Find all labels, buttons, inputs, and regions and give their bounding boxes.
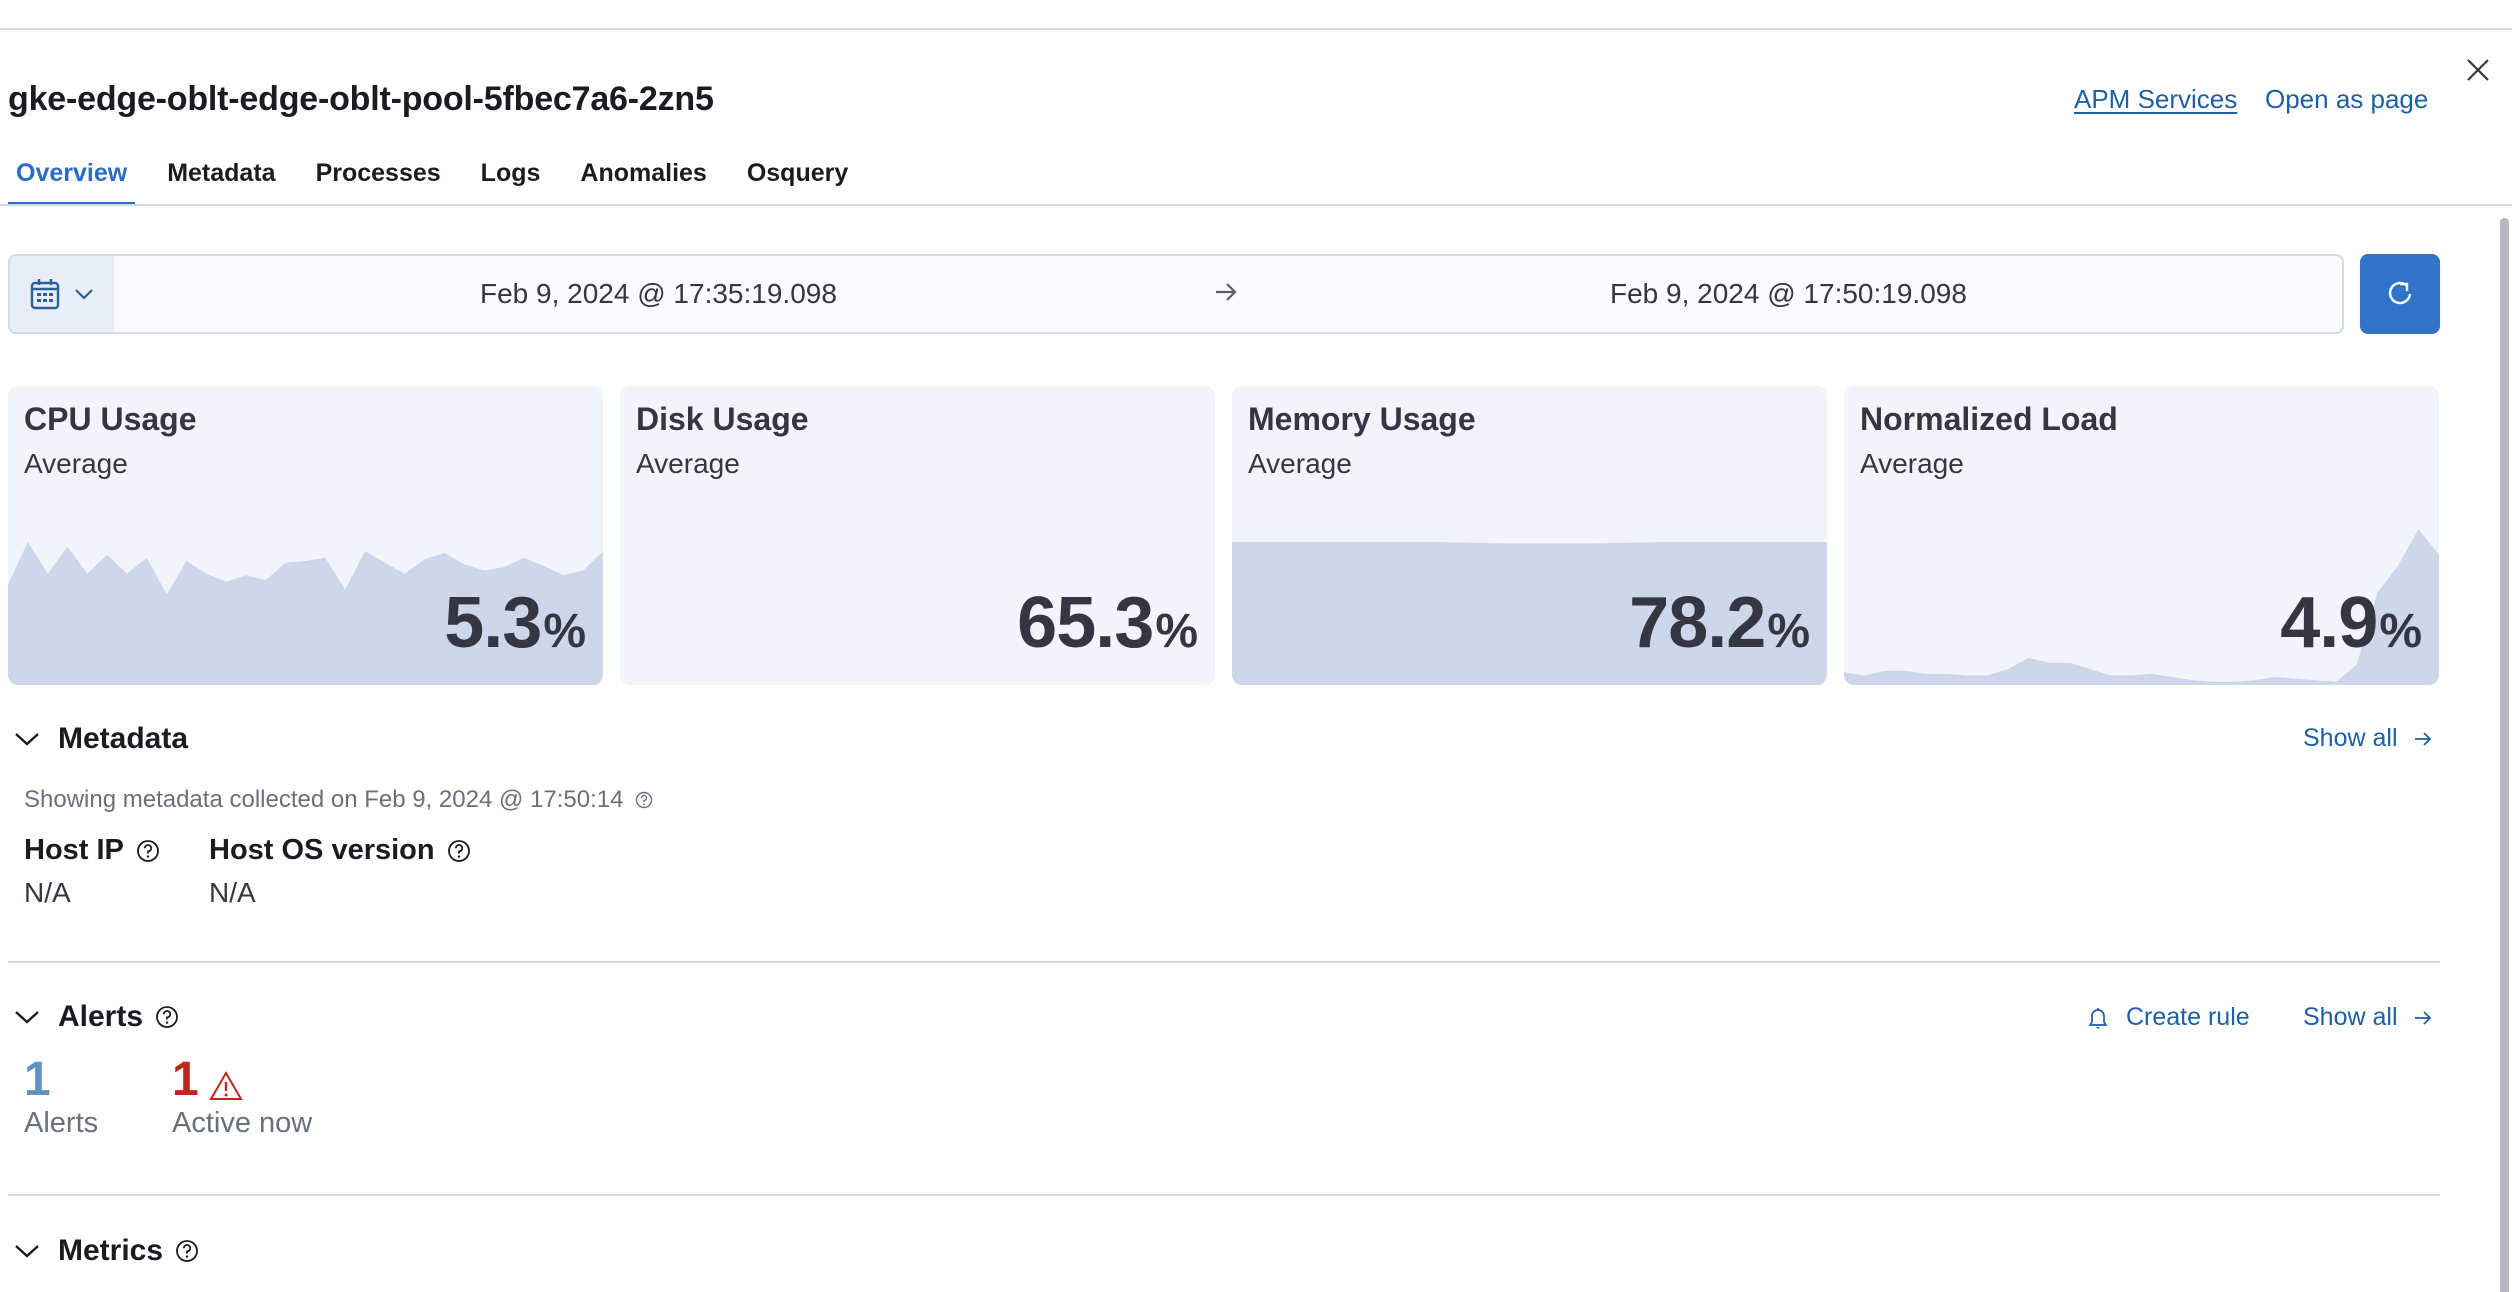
chevron-down-icon xyxy=(15,1245,39,1258)
kpi-value: 78.2% xyxy=(1629,582,1810,664)
apm-services-link[interactable]: APM Services xyxy=(2074,84,2237,115)
alerts-total-count: 1 xyxy=(24,1053,51,1106)
alerts-section-toggle[interactable]: Alerts xyxy=(14,1000,179,1034)
kpi-card-memory-usage: Memory Usage Average 78.2% xyxy=(1232,386,1827,685)
alerts-total-stat: 1 Alerts xyxy=(24,1052,98,1140)
metadata-show-all-link[interactable]: Show all xyxy=(2303,724,2432,753)
create-rule-label: Create rule xyxy=(2126,1003,2250,1031)
alerts-active-label: Active now xyxy=(172,1107,313,1139)
kpi-subtitle: Average xyxy=(1860,448,1964,479)
tab-metadata[interactable]: Metadata xyxy=(159,150,283,206)
help-icon[interactable] xyxy=(447,839,471,863)
create-rule-button[interactable]: Create rule xyxy=(2086,1003,2250,1032)
alerts-active-count: 1 xyxy=(172,1053,199,1106)
chevron-down-icon xyxy=(15,1011,39,1024)
quick-select-button[interactable] xyxy=(10,256,114,332)
kpi-title: Memory Usage xyxy=(1248,401,1476,437)
kpi-title: Normalized Load xyxy=(1860,401,2118,437)
flyout-tabs: Overview Metadata Processes Logs Anomali… xyxy=(8,150,880,206)
kpi-card-normalized-load: Normalized Load Average 4.9% xyxy=(1844,386,2439,685)
tabs-divider xyxy=(0,204,2512,206)
tab-overview[interactable]: Overview xyxy=(8,150,136,206)
alerts-active-stat: 1 Active now xyxy=(172,1052,312,1140)
alerts-section-title: Alerts xyxy=(58,1000,144,1033)
metadata-section-toggle[interactable]: Metadata xyxy=(14,722,188,756)
kpi-subtitle: Average xyxy=(636,448,740,479)
show-all-label: Show all xyxy=(2303,1003,2398,1031)
kpi-unit: % xyxy=(1155,605,1198,658)
chevron-down-icon xyxy=(15,733,39,746)
bell-icon xyxy=(2088,1007,2108,1029)
open-as-page-link[interactable]: Open as page xyxy=(2265,84,2428,115)
kpi-unit: % xyxy=(543,605,586,658)
kpi-number: 4.9 xyxy=(2280,583,2378,663)
host-os-version-value: N/A xyxy=(209,877,256,908)
help-icon[interactable] xyxy=(175,1239,199,1263)
close-icon xyxy=(2467,59,2489,81)
refresh-icon xyxy=(2388,281,2412,305)
kpi-unit: % xyxy=(2379,605,2422,658)
arrow-right-icon xyxy=(2414,731,2431,746)
section-divider xyxy=(8,961,2440,963)
kpi-value: 4.9% xyxy=(2280,582,2422,664)
kpi-value: 65.3% xyxy=(1017,582,1198,664)
start-date[interactable]: Feb 9, 2024 @ 17:35:19.098 xyxy=(480,278,837,310)
field-label: Host OS version xyxy=(209,834,471,867)
show-all-label: Show all xyxy=(2303,724,2398,752)
arrow-right-icon xyxy=(2414,1010,2431,1025)
help-icon[interactable] xyxy=(155,1005,179,1029)
vertical-scrollbar[interactable] xyxy=(2500,218,2509,1292)
kpi-number: 5.3 xyxy=(444,583,542,663)
kpi-title: Disk Usage xyxy=(636,401,809,437)
kpi-title: CPU Usage xyxy=(24,401,197,437)
metadata-field-host-ip: Host IP N/A xyxy=(24,834,160,909)
chevron-down-icon xyxy=(75,289,93,300)
kpi-unit: % xyxy=(1767,605,1810,658)
metadata-collected-label: Showing metadata collected on Feb 9, 202… xyxy=(24,786,624,813)
help-icon[interactable] xyxy=(635,791,653,809)
kpi-card-disk-usage: Disk Usage Average 65.3% xyxy=(620,386,1215,685)
metadata-field-host-os-version: Host OS version N/A xyxy=(209,834,471,909)
alerts-show-all-link[interactable]: Show all xyxy=(2303,1003,2432,1032)
metadata-collected-text: Showing metadata collected on Feb 9, 202… xyxy=(24,786,653,814)
host-os-version-label: Host OS version xyxy=(209,834,435,866)
kpi-card-cpu-usage: CPU Usage Average 5.3% xyxy=(8,386,603,685)
top-divider xyxy=(0,28,2512,30)
kpi-number: 65.3 xyxy=(1017,583,1154,663)
warning-icon xyxy=(208,1070,243,1100)
metadata-section-title: Metadata xyxy=(58,722,189,755)
end-date[interactable]: Feb 9, 2024 @ 17:50:19.098 xyxy=(1610,278,1967,310)
kpi-value: 5.3% xyxy=(444,582,586,664)
section-divider xyxy=(8,1194,2440,1196)
metrics-section-title: Metrics xyxy=(58,1234,164,1267)
metrics-section-toggle[interactable]: Metrics xyxy=(14,1234,199,1268)
kpi-subtitle: Average xyxy=(1248,448,1352,479)
close-button[interactable] xyxy=(2462,54,2494,86)
help-icon[interactable] xyxy=(136,839,160,863)
field-label: Host IP xyxy=(24,834,160,867)
page-title: gke-edge-oblt-edge-oblt-pool-5fbec7a6-2z… xyxy=(8,80,714,118)
kpi-subtitle: Average xyxy=(24,448,128,479)
host-ip-label: Host IP xyxy=(24,834,124,866)
kpi-number: 78.2 xyxy=(1629,583,1766,663)
alerts-total-label: Alerts xyxy=(24,1107,99,1139)
tab-logs[interactable]: Logs xyxy=(473,150,549,206)
calendar-icon xyxy=(30,279,60,310)
arrow-right-icon xyxy=(1216,283,1237,301)
host-ip-value: N/A xyxy=(24,877,71,908)
tab-processes[interactable]: Processes xyxy=(308,150,449,206)
tab-osquery[interactable]: Osquery xyxy=(739,150,856,206)
refresh-button[interactable] xyxy=(2360,254,2440,334)
date-range-picker: Feb 9, 2024 @ 17:35:19.098 Feb 9, 2024 @… xyxy=(8,254,2344,334)
tab-anomalies[interactable]: Anomalies xyxy=(572,150,714,206)
